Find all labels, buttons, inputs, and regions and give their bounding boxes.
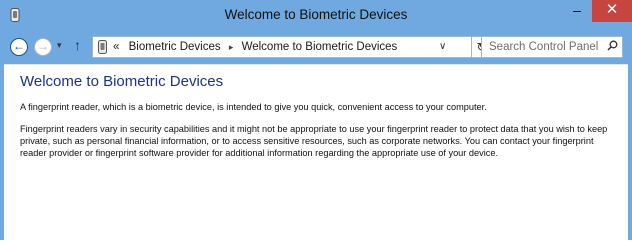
intro-paragraph: A fingerprint reader, which is a biometr… (20, 102, 487, 112)
title-bar[interactable]: Welcome to Biometric Devices – ▢ ✕ (4, 0, 632, 30)
breadcrumb-overflow[interactable]: « (113, 41, 119, 53)
address-dropdown-button[interactable]: ∨ (439, 37, 446, 57)
breadcrumb-item-biometric-devices[interactable]: Biometric Devices (129, 41, 221, 53)
control-panel-window: Welcome to Biometric Devices – ▢ ✕ ← → ▾… (0, 0, 632, 241)
window-title: Welcome to Biometric Devices (224, 7, 408, 22)
breadcrumb-item-welcome[interactable]: Welcome to Biometric Devices (242, 41, 398, 53)
security-paragraph: Fingerprint readers vary in security cap… (20, 124, 608, 158)
search-input[interactable]: Search Control Panel (481, 36, 623, 58)
close-button[interactable]: ✕ (592, 0, 632, 22)
back-button[interactable]: ← (10, 38, 28, 56)
breadcrumb-separator[interactable]: ▸ (229, 42, 234, 52)
address-bar[interactable]: « Biometric Devices ▸ Welcome to Biometr… (92, 36, 472, 58)
page-title: Welcome to Biometric Devices (20, 73, 224, 90)
fingerprint-reader-icon (98, 40, 107, 54)
navigation-toolbar: ← → ▾ ↑ « Biometric Devices ▸ Welcome to… (4, 30, 628, 64)
breadcrumb: « Biometric Devices ▸ Welcome to Biometr… (113, 37, 397, 57)
up-button[interactable]: ↑ (74, 37, 81, 53)
recent-locations-dropdown[interactable]: ▾ (57, 40, 62, 51)
forward-button[interactable]: → (34, 38, 52, 56)
minimize-button[interactable]: – (564, 0, 590, 22)
search-placeholder: Search Control Panel (489, 41, 599, 53)
main-content: Welcome to Biometric Devices A fingerpri… (4, 64, 628, 241)
search-icon[interactable] (607, 40, 618, 54)
